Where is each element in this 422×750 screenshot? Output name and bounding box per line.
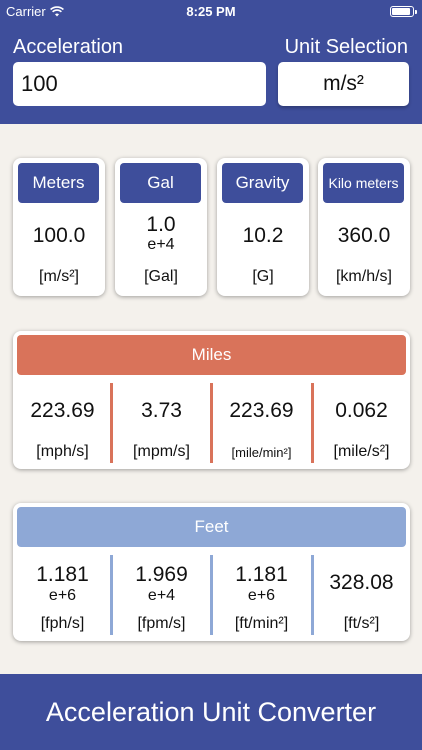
cell-unit: [mile/min²] — [231, 445, 292, 460]
cell-value: 223.69 — [229, 399, 294, 422]
acceleration-input[interactable] — [13, 62, 266, 106]
miles-header: Miles — [17, 335, 406, 375]
cell-value-mantissa: 1.181 — [235, 563, 288, 586]
cell-value: 1.969 e+4 — [112, 563, 211, 605]
feet-header: Feet — [17, 507, 406, 547]
card-unit: [m/s²] — [39, 268, 79, 285]
unit-selection-label: Unit Selection — [284, 36, 408, 58]
cell-value: 1.181 e+6 — [212, 563, 311, 605]
cell-value: 0.062 — [335, 399, 388, 422]
miles-cell: 3.73 [mpm/s] — [112, 379, 211, 463]
feet-cell: 1.181 e+6 [fph/s] — [13, 551, 112, 635]
card-kilometers: Kilo meters 360.0 [km/h/s] — [318, 158, 410, 296]
cell-value: 1.181 e+6 — [13, 563, 112, 605]
cell-value-mantissa: 1.969 — [135, 563, 188, 586]
card-value: 1.0 e+4 — [115, 214, 207, 254]
cell-value-exponent: e+4 — [147, 587, 176, 604]
cell-value-mantissa: 1.181 — [36, 563, 89, 586]
feet-cell: 1.181 e+6 [ft/min²] — [212, 551, 311, 635]
card-title: Gravity — [222, 163, 303, 203]
battery-icon — [390, 6, 417, 17]
cell-unit: [fpm/s] — [137, 615, 186, 632]
miles-cell: 223.69 [mph/s] — [13, 379, 112, 463]
card-unit: [Gal] — [144, 268, 178, 285]
feet-cell: 1.969 e+4 [fpm/s] — [112, 551, 211, 635]
feet-panel: Feet 1.181 e+6 [fph/s] 1.969 e+4 [fpm/s]… — [13, 503, 410, 641]
cell-unit: [mph/s] — [36, 443, 89, 460]
card-unit: [km/h/s] — [335, 268, 392, 285]
cell-value: 3.73 — [141, 399, 182, 422]
status-bar: Carrier 8:25 PM — [0, 0, 422, 22]
card-value: 360.0 — [337, 224, 391, 247]
cell-unit: [fph/s] — [40, 615, 85, 632]
miles-cell: 223.69 [mile/min²] — [212, 379, 311, 463]
card-value-mantissa: 1.0 — [146, 213, 176, 236]
unit-selection-value: m/s² — [323, 72, 364, 95]
card-gal: Gal 1.0 e+4 [Gal] — [115, 158, 207, 296]
cell-value-exponent: e+6 — [247, 587, 276, 604]
cell-unit: [mpm/s] — [133, 443, 190, 460]
cell-value: 223.69 — [30, 399, 95, 422]
cell-value: 328.08 — [329, 571, 394, 594]
feet-cell: 328.08 [ft/s²] — [312, 551, 411, 635]
card-title: Meters — [18, 163, 99, 203]
card-title: Gal — [120, 163, 201, 203]
status-time: 8:25 PM — [186, 4, 236, 19]
footer-title: Acceleration Unit Converter — [0, 674, 422, 750]
card-value-exponent: e+4 — [147, 236, 175, 253]
card-value: 100.0 — [32, 224, 86, 247]
miles-panel: Miles 223.69 [mph/s] 3.73 [mpm/s] 223.69… — [13, 331, 410, 469]
acceleration-label: Acceleration — [13, 36, 124, 58]
header: Acceleration Unit Selection m/s² — [0, 22, 422, 124]
card-meters: Meters 100.0 [m/s²] — [13, 158, 105, 296]
cell-unit: [ft/s²] — [343, 615, 380, 632]
cell-value-exponent: e+6 — [48, 587, 77, 604]
card-gravity: Gravity 10.2 [G] — [217, 158, 309, 296]
cell-unit: [mile/s²] — [333, 443, 390, 460]
card-unit: [G] — [252, 268, 274, 285]
card-value: 10.2 — [242, 224, 284, 247]
cell-unit: [ft/min²] — [234, 615, 289, 632]
unit-selection-button[interactable]: m/s² — [278, 62, 409, 106]
miles-cell: 0.062 [mile/s²] — [312, 379, 411, 463]
card-title: Kilo meters — [323, 163, 404, 203]
